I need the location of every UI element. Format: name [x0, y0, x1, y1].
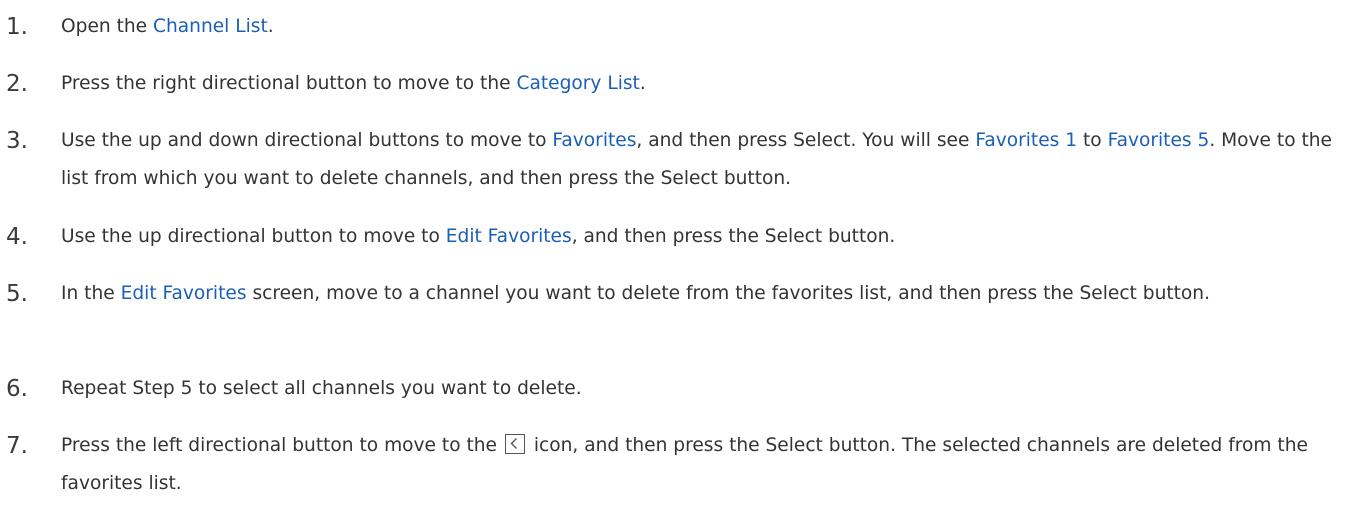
step-text-part: to: [1077, 130, 1108, 151]
step-text: Press the left directional button to mov…: [61, 427, 1361, 503]
step-text-part: Press the left directional button to mov…: [61, 435, 503, 456]
favorites-5-link[interactable]: Favorites 5: [1108, 130, 1210, 151]
step-text: In the Edit Favorites screen, move to a …: [61, 275, 1361, 313]
edit-favorites-link[interactable]: Edit Favorites: [121, 283, 247, 304]
step-text-part: .: [639, 73, 646, 94]
step-text: Use the up directional button to move to…: [61, 218, 1361, 256]
step-text-part: screen, move to a channel you want to de…: [246, 283, 1211, 304]
step-text-part: In the: [61, 283, 121, 304]
edit-favorites-link[interactable]: Edit Favorites: [446, 226, 572, 247]
back-arrow-icon: [504, 434, 525, 454]
category-list-link[interactable]: Category List: [516, 73, 639, 94]
favorites-1-link[interactable]: Favorites 1: [975, 130, 1077, 151]
step-text-part: , and then press the Select button.: [571, 226, 896, 247]
step-number: 2.: [6, 71, 28, 97]
favorites-link[interactable]: Favorites: [552, 130, 636, 151]
step-text-part: .: [267, 16, 274, 37]
step-text: Open the Channel List.: [61, 8, 1361, 46]
step-text: Press the right directional button to mo…: [61, 65, 1361, 103]
step-number: 1.: [6, 14, 28, 40]
step-number: 5.: [6, 281, 28, 307]
step-number: 7.: [6, 433, 28, 459]
step-number: 3.: [6, 128, 28, 154]
channel-list-link[interactable]: Channel List: [153, 16, 268, 37]
step-text-part: , and then press Select. You will see: [636, 130, 976, 151]
step-number: 4.: [6, 224, 28, 250]
step-number: 6.: [6, 376, 28, 402]
step-text: Use the up and down directional buttons …: [61, 122, 1361, 198]
step-text-part: Repeat Step 5 to select all channels you…: [61, 378, 582, 399]
step-text-part: Press the right directional button to mo…: [61, 73, 517, 94]
step-text-part: Use the up and down directional buttons …: [61, 130, 553, 151]
step-text-part: Open the: [61, 16, 153, 37]
step-text: Repeat Step 5 to select all channels you…: [61, 370, 1361, 408]
step-text-part: Use the up directional button to move to: [61, 226, 446, 247]
